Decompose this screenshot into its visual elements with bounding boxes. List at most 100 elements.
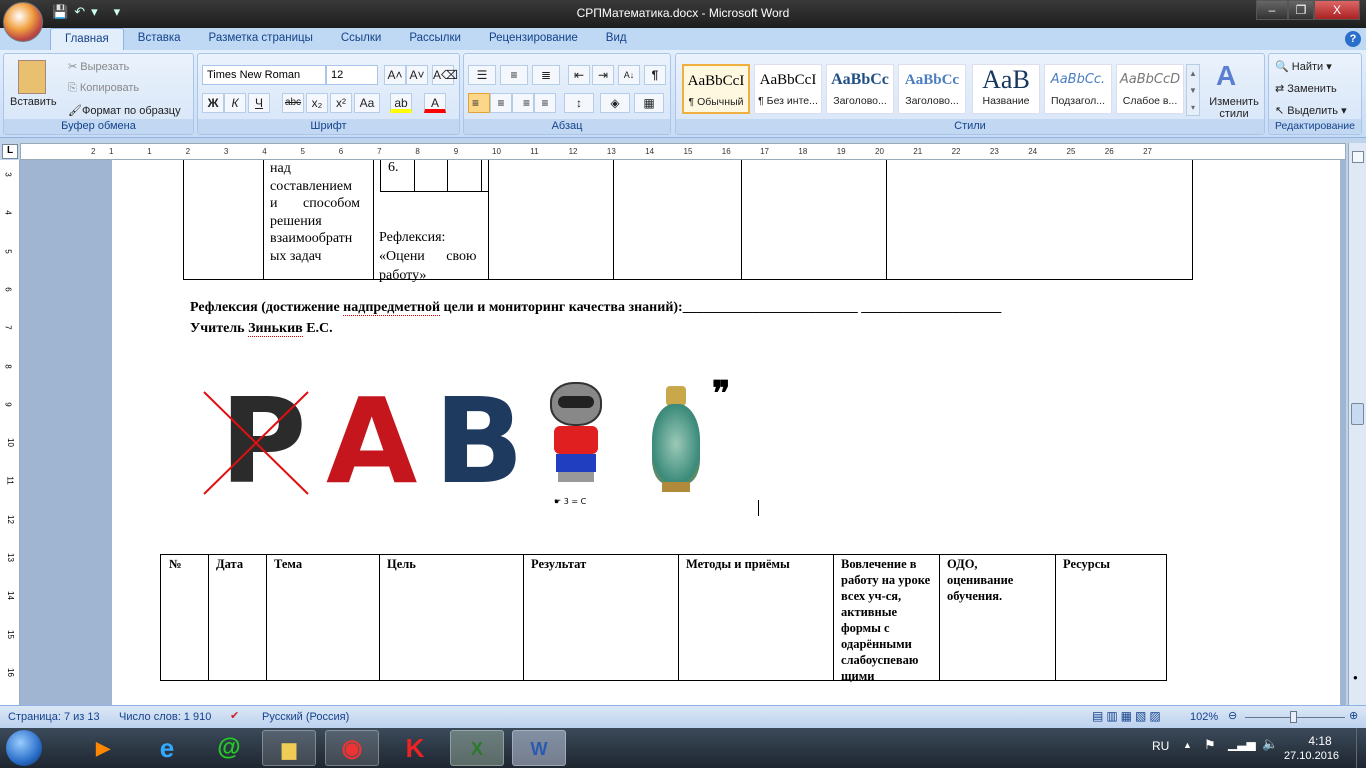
taskbar-internet-explorer-icon[interactable]: e bbox=[140, 730, 194, 766]
style-heading-2[interactable]: AaBbCc Заголово... bbox=[898, 64, 966, 114]
bullets-button[interactable]: ☰ bbox=[468, 65, 496, 85]
zoom-level[interactable]: 102% bbox=[1190, 711, 1218, 723]
action-center-flag-icon[interactable]: ⚑ bbox=[1204, 737, 1216, 753]
taskbar-media-player-icon[interactable]: ▶ bbox=[76, 730, 130, 766]
vertical-scrollbar[interactable]: ● bbox=[1348, 143, 1366, 705]
minimize-button[interactable]: – bbox=[1256, 0, 1288, 20]
page[interactable]: 6. над составлением и способом решения взаим… bbox=[112, 160, 1340, 705]
input-language[interactable]: RU bbox=[1152, 739, 1169, 753]
bold-button[interactable]: Ж bbox=[202, 93, 224, 113]
sort-button[interactable]: А↓ bbox=[618, 65, 640, 85]
taskbar-kaspersky-icon[interactable]: K bbox=[388, 730, 442, 766]
start-button[interactable] bbox=[6, 730, 42, 766]
font-color-button[interactable]: A bbox=[424, 93, 446, 113]
align-center-button[interactable]: ≡ bbox=[490, 93, 512, 113]
change-case-button[interactable]: Aa bbox=[354, 93, 380, 113]
style-normal[interactable]: AaBbCcI ¶ Обычный bbox=[682, 64, 750, 114]
word-count[interactable]: Число слов: 1 910 bbox=[119, 711, 211, 723]
taskbar-file-explorer-icon[interactable]: ▆ bbox=[262, 730, 316, 766]
show-marks-button[interactable]: ¶ bbox=[644, 65, 666, 85]
network-icon[interactable]: ▁▃▅ bbox=[1228, 737, 1256, 751]
taskbar-chrome-icon[interactable]: ◉ bbox=[325, 730, 379, 766]
tab-view[interactable]: Вид bbox=[592, 28, 641, 50]
style-no-spacing[interactable]: AaBbCcI ¶ Без инте... bbox=[754, 64, 822, 114]
save-icon[interactable]: 💾 bbox=[52, 4, 68, 24]
multilevel-list-button[interactable]: ≣ bbox=[532, 65, 560, 85]
scroll-thumb[interactable] bbox=[1351, 403, 1364, 425]
style-subtitle[interactable]: AaBbCc. Подзагол... bbox=[1044, 64, 1112, 114]
zoom-slider-thumb[interactable] bbox=[1290, 711, 1297, 723]
highlight-button[interactable]: ab bbox=[390, 93, 412, 113]
help-icon[interactable]: ? bbox=[1345, 31, 1361, 47]
restore-button[interactable]: ❐ bbox=[1288, 0, 1314, 20]
styles-scroll[interactable]: ▲ ▼ ▾ bbox=[1186, 64, 1200, 116]
subscript-button[interactable]: x₂ bbox=[306, 93, 328, 113]
tab-page-layout[interactable]: Разметка страницы bbox=[195, 28, 327, 50]
align-left-button[interactable]: ≡ bbox=[468, 93, 490, 113]
split-handle[interactable] bbox=[1352, 151, 1364, 163]
find-label: Найти bbox=[1291, 61, 1324, 73]
customize-qat-icon[interactable]: ▾ bbox=[114, 4, 121, 24]
taskbar-word-icon[interactable]: W bbox=[512, 730, 566, 766]
ruler-tick-label: 16 bbox=[721, 147, 731, 156]
strikethrough-button[interactable]: abc bbox=[282, 93, 304, 113]
show-desktop-button[interactable] bbox=[1356, 728, 1366, 768]
page-count[interactable]: Страница: 7 из 13 bbox=[8, 711, 100, 723]
tab-references[interactable]: Ссылки bbox=[327, 28, 396, 50]
numbering-button[interactable]: ≡ bbox=[500, 65, 528, 85]
format-painter-button[interactable]: 🖌Формат по образцу bbox=[68, 104, 181, 117]
close-button[interactable]: X bbox=[1314, 0, 1360, 20]
style-title[interactable]: AaB Название bbox=[972, 64, 1040, 114]
cut-button[interactable]: ✂ Вырезать bbox=[68, 60, 129, 73]
horizontal-ruler[interactable]: 2 1 1 2 3 4 5 6 7 8 9 10 11 12 13 14 15 16 17 18 19 20 21 22 23 2… bbox=[20, 143, 1346, 160]
shrink-font-button[interactable]: A˅ bbox=[406, 65, 428, 85]
rebus-note: ☛ 3 = С bbox=[554, 497, 587, 506]
view-buttons[interactable]: ▤▥▦▧▨ bbox=[1092, 709, 1164, 723]
italic-button[interactable]: К bbox=[224, 93, 246, 113]
tab-mailings[interactable]: Рассылки bbox=[395, 28, 475, 50]
tab-home[interactable]: Главная bbox=[50, 28, 124, 50]
clear-format-button[interactable]: A⌫ bbox=[432, 65, 458, 85]
superscript-button[interactable]: x² bbox=[330, 93, 352, 113]
zoom-in-button[interactable]: ⊕ bbox=[1349, 709, 1358, 722]
style-subtle-emphasis[interactable]: AaBbCcD Слабое в... bbox=[1116, 64, 1184, 114]
show-hidden-icons[interactable]: ▲ bbox=[1183, 740, 1192, 750]
clock-date[interactable]: 27.10.2016 bbox=[1284, 750, 1339, 762]
line-spacing-button[interactable]: ↕ bbox=[564, 93, 594, 113]
tab-insert[interactable]: Вставка bbox=[124, 28, 195, 50]
ruler-tick-label: 10 bbox=[5, 438, 15, 448]
grow-font-button[interactable]: A˄ bbox=[384, 65, 406, 85]
taskbar-mail-agent-icon[interactable]: @ bbox=[202, 730, 256, 766]
language-indicator[interactable]: Русский (Россия) bbox=[262, 711, 349, 723]
shading-button[interactable]: ◈ bbox=[600, 93, 630, 113]
decrease-indent-button[interactable]: ⇤ bbox=[568, 65, 590, 85]
justify-button[interactable]: ≡ bbox=[534, 93, 556, 113]
borders-button[interactable]: ▦ bbox=[634, 93, 664, 113]
undo-dropdown-icon[interactable]: ▾ bbox=[91, 4, 98, 24]
proofing-icon[interactable]: ✔ bbox=[230, 709, 239, 722]
font-size-combo[interactable]: 12 bbox=[326, 65, 378, 85]
font-name-combo[interactable]: Times New Roman bbox=[202, 65, 326, 85]
style-heading-1[interactable]: AaBbCc Заголово... bbox=[826, 64, 894, 114]
window-title: СРПМатематика.docx - Microsoft Word bbox=[576, 6, 790, 20]
volume-icon[interactable]: 🔈 bbox=[1262, 736, 1278, 752]
office-button[interactable] bbox=[3, 2, 43, 42]
copy-button[interactable]: ⎘ Копировать bbox=[68, 82, 139, 95]
undo-icon[interactable]: ↶ bbox=[74, 4, 85, 24]
replace-button[interactable]: ⇄ Заменить bbox=[1275, 82, 1337, 95]
select-button[interactable]: ↖ Выделить ▾ bbox=[1275, 104, 1347, 117]
browse-object-icon[interactable]: ● bbox=[1353, 673, 1358, 682]
align-right-button[interactable]: ≡ bbox=[512, 93, 534, 113]
tab-selector[interactable]: L bbox=[2, 144, 18, 159]
zoom-out-button[interactable]: ⊖ bbox=[1228, 709, 1237, 722]
vertical-ruler[interactable]: 3 4 5 6 7 8 9 10 11 12 13 14 15 16 bbox=[0, 160, 20, 705]
clock-time[interactable]: 4:18 bbox=[1300, 734, 1340, 748]
taskbar-excel-icon[interactable]: X bbox=[450, 730, 504, 766]
find-button[interactable]: 🔍 Найти ▾ bbox=[1275, 60, 1332, 73]
tab-review[interactable]: Рецензирование bbox=[475, 28, 592, 50]
change-styles-button[interactable]: Изменить стили bbox=[1204, 96, 1264, 120]
underline-button[interactable]: Ч bbox=[248, 93, 270, 113]
paste-button[interactable]: Вставить bbox=[10, 96, 57, 108]
ruler-tick-label: 14 bbox=[5, 591, 15, 601]
increase-indent-button[interactable]: ⇥ bbox=[592, 65, 614, 85]
